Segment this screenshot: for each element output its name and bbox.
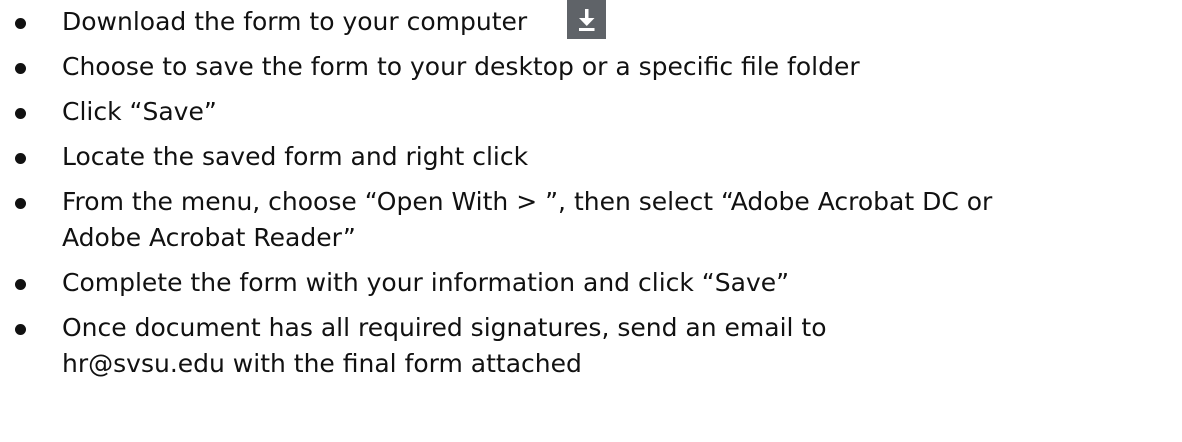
bullet-icon [15, 324, 26, 335]
list-item-send-email: Once document has all required signature… [0, 310, 1172, 382]
bullet-icon [15, 198, 26, 209]
bullet-icon [15, 153, 26, 164]
bullet-icon [15, 279, 26, 290]
list-item-text: Choose to save the form to your desktop … [62, 52, 860, 81]
list-item-open-with: From the menu, choose “Open With > ”, th… [0, 184, 1172, 256]
list-item-locate-form: Locate the saved form and right click [0, 139, 1182, 175]
download-icon [579, 8, 595, 31]
list-item-text-line: From the menu, choose “Open With > ”, th… [62, 187, 993, 216]
list-item-text-line: hr@svsu.edu with the final form attached [62, 349, 582, 378]
instructions-list: Download the form to your computer Choos… [0, 0, 1182, 391]
bullet-icon [15, 63, 26, 74]
list-item-text: Click “Save” [62, 97, 217, 126]
download-button[interactable] [567, 0, 607, 39]
list-item-text-line: Once document has all required signature… [62, 313, 827, 342]
list-item-text: Locate the saved form and right click [62, 142, 529, 171]
list-item-text: Download the form to your computer [62, 7, 528, 36]
list-item-click-save: Click “Save” [0, 94, 1182, 130]
bullet-icon [15, 108, 26, 119]
bullet-icon [15, 18, 26, 29]
list-item-complete-form: Complete the form with your information … [0, 265, 1182, 301]
instructions-page: Download the form to your computer Choos… [0, 0, 1182, 442]
list-item-download: Download the form to your computer [0, 0, 1182, 40]
list-item-choose-location: Choose to save the form to your desktop … [0, 49, 1182, 85]
list-item-text-line: Adobe Acrobat Reader” [62, 223, 356, 252]
list-item-text: Complete the form with your information … [62, 268, 790, 297]
